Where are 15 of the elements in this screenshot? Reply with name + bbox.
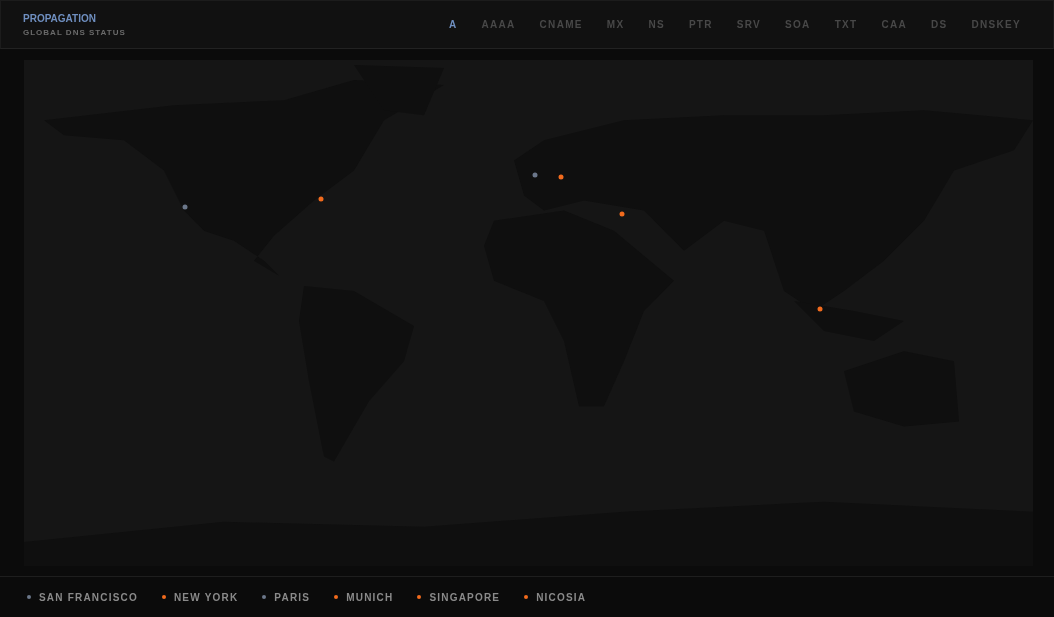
location-label: SAN FRANCISCO (39, 591, 138, 603)
location-pin[interactable] (817, 306, 823, 312)
location-label: NICOSIA (536, 591, 587, 603)
location-label: PARIS (274, 591, 311, 603)
location-pin[interactable] (558, 174, 564, 180)
location-pin[interactable] (318, 196, 324, 202)
location-label: MUNICH (346, 591, 394, 603)
location-pin[interactable] (182, 204, 188, 210)
location-pin[interactable] (532, 172, 538, 178)
location-label: SINGAPORE (429, 591, 501, 603)
location-pin[interactable] (619, 211, 625, 217)
app-title: PROPAGATION (23, 12, 97, 24)
location-label: NEW YORK (173, 591, 239, 603)
record-type-tab[interactable]: A (438, 15, 468, 34)
app-subtitle: GLOBAL DNS STATUS (23, 27, 126, 37)
